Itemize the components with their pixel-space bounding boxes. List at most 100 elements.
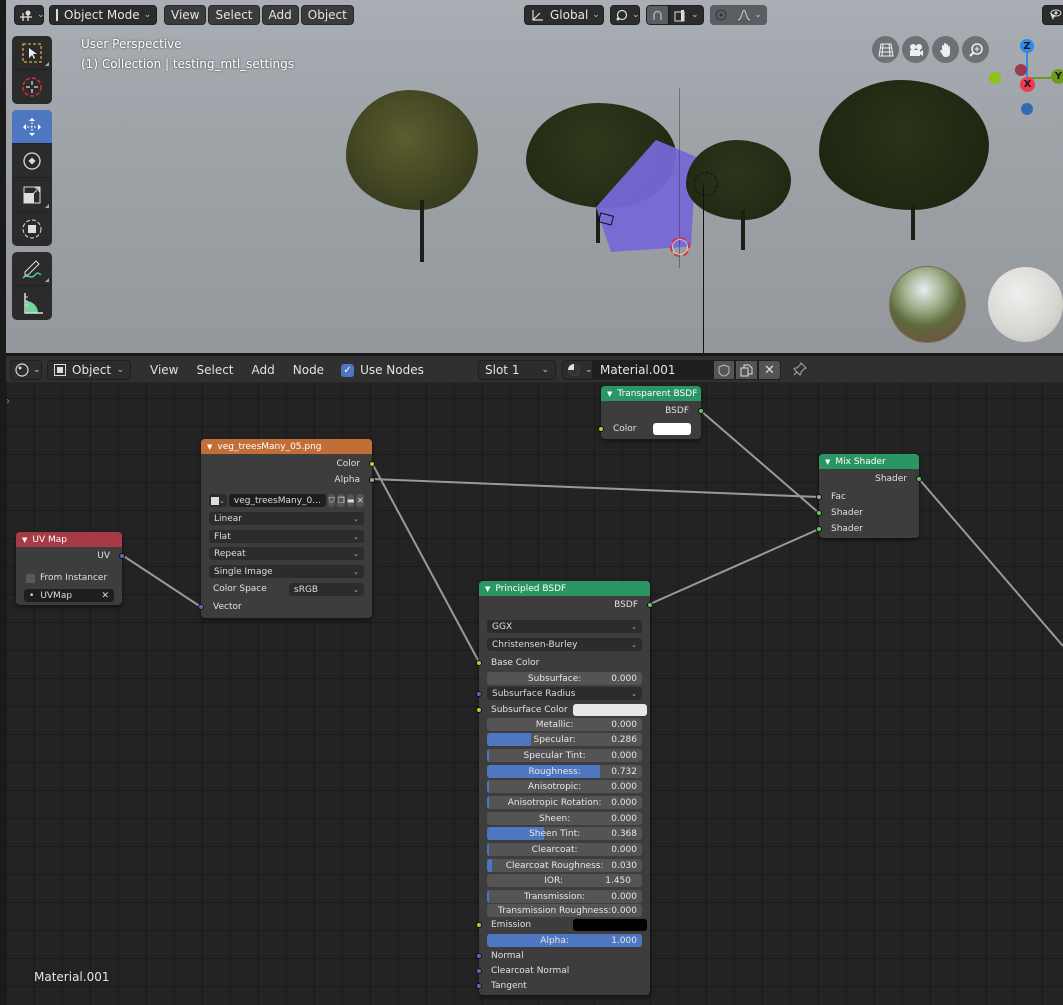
node-principled-bsdf[interactable]: ▼ Principled BSDF BSDF GGX ⌄ Christensen-… (476, 581, 653, 995)
subsurface-radius-dropdown[interactable]: Subsurface Radius ⌄ (476, 687, 642, 700)
slider-anisotropic-rotation[interactable]: Anisotropic Rotation: 0.000 (487, 796, 642, 809)
slider-specular[interactable]: Specular: 0.286 (487, 733, 642, 746)
slider-metallic[interactable]: Metallic: 0.000 (487, 718, 642, 731)
unlink-image-button[interactable]: ✕ (356, 494, 364, 507)
navigation-gizmo[interactable]: Z X Y (986, 36, 1063, 116)
link-transparent-to-shader1[interactable] (700, 410, 820, 514)
slider-sheen[interactable]: Sheen: 0.000 (487, 812, 642, 825)
input-socket-color[interactable] (598, 426, 604, 432)
slider-transmission[interactable]: Transmission: 0.000 (487, 890, 642, 903)
tool-select-box[interactable] (12, 36, 52, 70)
slider-transmission-roughness[interactable]: Transmission Roughness: 0.000 (487, 904, 642, 917)
projection-dropdown[interactable]: Flat ⌄ (209, 530, 364, 543)
shader-node-editor[interactable]: ⌄ Object ⌄ View Select Add Node ✓ Use No… (6, 356, 1063, 1005)
tool-annotate[interactable] (12, 252, 52, 286)
clear-icon[interactable]: ✕ (101, 591, 109, 601)
link-color-to-basecolor[interactable] (371, 462, 480, 663)
emission-color-swatch[interactable] (573, 919, 647, 931)
menu-object[interactable]: Object (300, 5, 354, 25)
open-image-button[interactable]: ▬ (346, 494, 355, 507)
slider-anisotropic[interactable]: Anisotropic: 0.000 (487, 780, 642, 793)
collapse-triangle-icon[interactable]: ▼ (607, 390, 612, 398)
camera-object[interactable] (597, 212, 615, 226)
input-socket-subsurface-radius[interactable] (476, 690, 482, 697)
axis-neg-x-button[interactable] (1015, 64, 1027, 76)
tool-rotate[interactable] (12, 144, 52, 178)
link-mix-to-output[interactable] (918, 478, 1063, 647)
output-socket-color[interactable] (369, 461, 375, 467)
collapse-triangle-icon[interactable]: ▼ (825, 458, 830, 466)
node-header[interactable]: ▼ Mix Shader (819, 454, 919, 469)
slider-ior[interactable]: IOR: 1.450 (487, 874, 642, 887)
collapse-triangle-icon[interactable]: ▼ (22, 536, 27, 544)
from-instancer-checkbox[interactable]: From Instancer (16, 571, 122, 585)
axis-z-button[interactable]: Z (1020, 39, 1034, 53)
slider-alpha[interactable]: Alpha: 1.000 (487, 934, 642, 947)
tool-move[interactable] (12, 110, 52, 144)
pan-view-button[interactable] (932, 36, 959, 63)
link-principled-to-shader2[interactable] (649, 528, 820, 605)
slider-clearcoat-roughness[interactable]: Clearcoat Roughness: 0.030 (487, 859, 642, 872)
editor-type-button[interactable]: ⌄ (14, 5, 45, 25)
slider-subsurface[interactable]: Subsurface: 0.000 (487, 672, 642, 685)
tool-scale[interactable] (12, 178, 52, 212)
camera-view-button[interactable] (902, 36, 929, 63)
node-header[interactable]: ▼ veg_treesMany_05.png (201, 439, 372, 454)
color-space-dropdown[interactable]: sRGB ⌄ (289, 583, 364, 596)
output-socket-shader[interactable] (916, 476, 922, 482)
extension-dropdown[interactable]: Repeat ⌄ (209, 547, 364, 560)
input-socket-shader-1[interactable] (816, 510, 822, 516)
node-header[interactable]: ▼ UV Map (16, 532, 122, 547)
input-socket-clearcoat-normal[interactable] (476, 968, 482, 974)
input-socket-base-color[interactable] (476, 660, 482, 666)
node-mix-shader[interactable]: ▼ Mix Shader Shader Fac Shader Shader (816, 454, 922, 538)
falloff-dropdown[interactable]: ⌄ (731, 5, 768, 25)
snap-toggle[interactable] (646, 5, 669, 25)
input-socket-fac[interactable] (816, 494, 822, 500)
image-name-field[interactable]: veg_treesMany_0... (228, 494, 326, 507)
node-image-texture[interactable]: ▼ veg_treesMany_05.png Color Alpha ⌄ veg… (198, 439, 375, 618)
output-socket-alpha[interactable] (369, 477, 375, 483)
axis-neg-y-button[interactable] (989, 72, 1001, 84)
subsurface-color-swatch[interactable] (573, 704, 647, 716)
tool-transform[interactable] (12, 212, 52, 246)
3d-cursor[interactable] (670, 237, 690, 257)
slider-clearcoat[interactable]: Clearcoat: 0.000 (487, 843, 642, 856)
node-header[interactable]: ▼ Principled BSDF (479, 581, 650, 596)
distribution-dropdown[interactable]: GGX ⌄ (487, 620, 642, 633)
3d-viewport[interactable]: ⌄ Object Mode ⌄ View Select Add Object G… (6, 0, 1063, 353)
uv-map-field[interactable]: • UVMap ✕ (24, 589, 114, 602)
axis-y-button[interactable]: Y (1051, 69, 1063, 84)
collapse-triangle-icon[interactable]: ▼ (485, 585, 490, 593)
collapse-triangle-icon[interactable]: ▼ (207, 443, 212, 451)
slider-specular-tint[interactable]: Specular Tint: 0.000 (487, 749, 642, 762)
axis-neg-z-button[interactable] (1021, 103, 1033, 115)
input-socket-tangent[interactable] (476, 983, 482, 989)
zoom-view-button[interactable] (962, 36, 989, 63)
input-socket-normal[interactable] (476, 953, 482, 959)
slider-roughness[interactable]: Roughness: 0.732 (487, 765, 642, 778)
input-socket-shader-2[interactable] (816, 526, 822, 532)
source-dropdown[interactable]: Single Image ⌄ (209, 565, 364, 578)
pivot-point-dropdown[interactable]: ⌄ (610, 5, 640, 25)
link-alpha-to-fac[interactable] (371, 478, 820, 498)
menu-add[interactable]: Add (261, 5, 299, 25)
node-uv-map[interactable]: ▼ UV Map UV From Instancer • UVMap ✕ (16, 532, 125, 605)
transform-orientation-dropdown[interactable]: Global ⌄ (524, 5, 604, 25)
fake-user-button[interactable]: ⛉ (327, 494, 336, 507)
color-swatch[interactable] (653, 423, 691, 435)
proportional-edit-toggle[interactable] (709, 5, 732, 25)
snap-target-dropdown[interactable]: ⌄ (669, 5, 704, 25)
duplicate-image-button[interactable]: ❐ (337, 494, 345, 507)
input-socket-subsurface-color[interactable] (476, 707, 482, 713)
menu-view[interactable]: View (164, 5, 207, 25)
browse-image-button[interactable]: ⌄ (209, 494, 227, 507)
light-object[interactable] (694, 172, 718, 196)
node-header[interactable]: ▼ Transparent BSDF (601, 386, 701, 401)
slider-sheen-tint[interactable]: Sheen Tint: 0.368 (487, 827, 642, 840)
input-socket-vector[interactable] (198, 604, 204, 610)
output-socket-uv[interactable] (119, 553, 125, 559)
selectability-visibility-button[interactable] (1042, 5, 1063, 25)
tool-cursor[interactable] (12, 70, 52, 104)
axis-x-button[interactable]: X (1020, 77, 1035, 92)
